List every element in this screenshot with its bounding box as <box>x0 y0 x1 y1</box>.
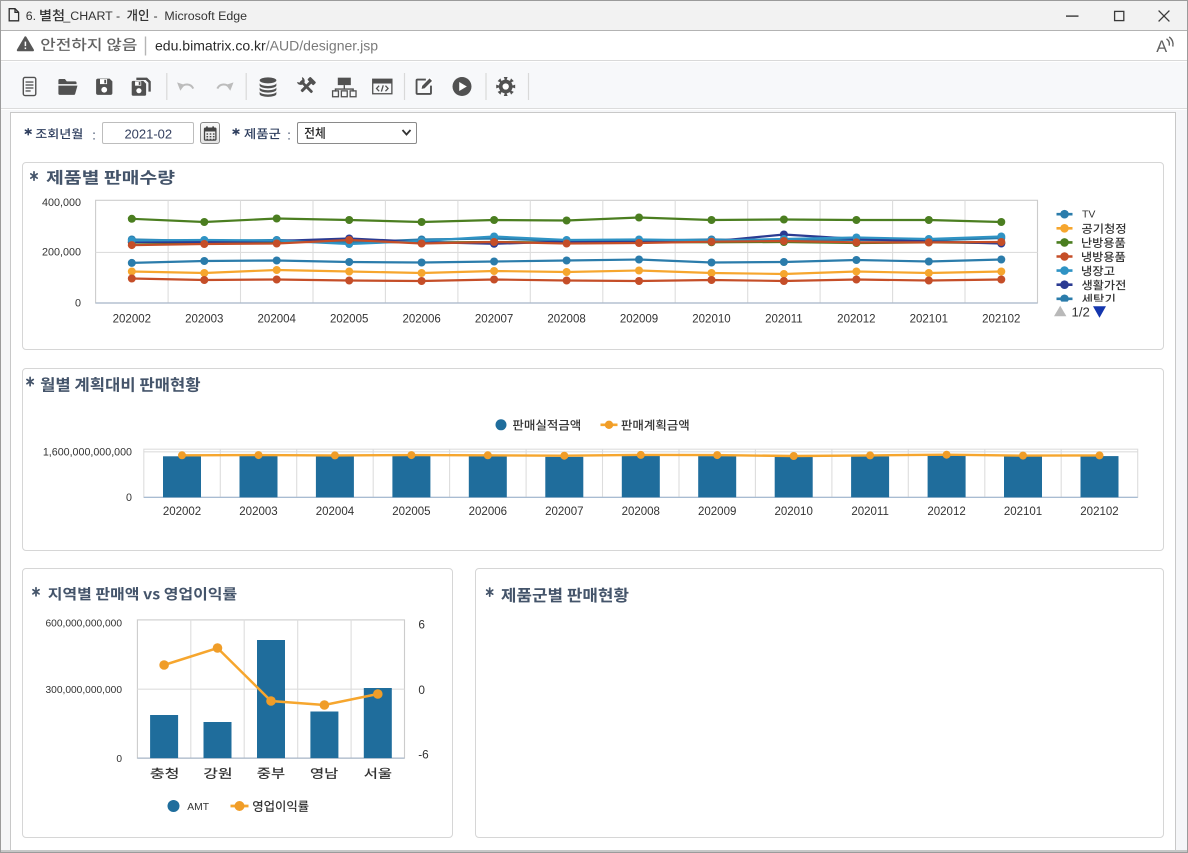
svg-text:0: 0 <box>75 297 81 309</box>
svg-text:202102: 202102 <box>1080 506 1118 518</box>
svg-text:202008: 202008 <box>622 506 660 518</box>
svg-text:AMT: AMT <box>187 802 209 813</box>
svg-text:202008: 202008 <box>547 313 585 325</box>
svg-text:6: 6 <box>418 617 425 631</box>
svg-text:202003: 202003 <box>185 313 223 325</box>
svg-text::: : <box>287 128 291 143</box>
svg-text:202012: 202012 <box>837 313 875 325</box>
svg-text:2021-02: 2021-02 <box>124 127 172 142</box>
svg-text:202007: 202007 <box>475 313 513 325</box>
svg-text:202010: 202010 <box>774 506 812 518</box>
svg-text:300,000,000,000: 300,000,000,000 <box>46 685 123 696</box>
svg-text:202102: 202102 <box>982 313 1020 325</box>
svg-text:202005: 202005 <box>330 313 368 325</box>
svg-text:_CHART: _CHART <box>62 9 113 23</box>
svg-text:202003: 202003 <box>239 506 277 518</box>
svg-text:202010: 202010 <box>692 313 730 325</box>
svg-text:202002: 202002 <box>163 506 201 518</box>
svg-text:202009: 202009 <box>620 313 658 325</box>
svg-text:202006: 202006 <box>469 506 507 518</box>
svg-text:0: 0 <box>126 492 132 504</box>
svg-text:-: - <box>116 9 120 23</box>
svg-text:A: A <box>1156 38 1167 56</box>
svg-text:TV: TV <box>1082 209 1095 221</box>
svg-text:-: - <box>154 9 158 23</box>
svg-text:0: 0 <box>418 683 425 697</box>
svg-text:edu.bimatrix.co.kr/AUD/designe: edu.bimatrix.co.kr/AUD/designer.jsp <box>155 38 378 54</box>
svg-text:6.: 6. <box>26 9 36 23</box>
svg-text:202004: 202004 <box>316 506 355 518</box>
svg-text:600,000,000,000: 600,000,000,000 <box>46 619 123 630</box>
svg-text:0: 0 <box>116 754 122 765</box>
svg-text:202007: 202007 <box>545 506 583 518</box>
svg-text:202004: 202004 <box>258 313 297 325</box>
svg-text:200,000: 200,000 <box>42 247 81 259</box>
svg-text:202009: 202009 <box>698 506 736 518</box>
svg-text:202101: 202101 <box>910 313 948 325</box>
svg-text:202005: 202005 <box>392 506 430 518</box>
svg-text:202101: 202101 <box>1004 506 1042 518</box>
svg-text:1,600,000,000,000: 1,600,000,000,000 <box>43 446 132 458</box>
svg-text:202012: 202012 <box>927 506 965 518</box>
svg-text:202011: 202011 <box>765 313 803 325</box>
svg-text:-6: -6 <box>418 748 429 762</box>
svg-text:202006: 202006 <box>402 313 440 325</box>
svg-text:Microsoft Edge: Microsoft Edge <box>164 9 247 23</box>
svg-text::: : <box>92 128 96 143</box>
svg-text:400,000: 400,000 <box>42 197 81 209</box>
svg-text:1/2: 1/2 <box>1072 304 1090 319</box>
svg-text:202011: 202011 <box>851 506 889 518</box>
svg-text:202002: 202002 <box>113 313 151 325</box>
